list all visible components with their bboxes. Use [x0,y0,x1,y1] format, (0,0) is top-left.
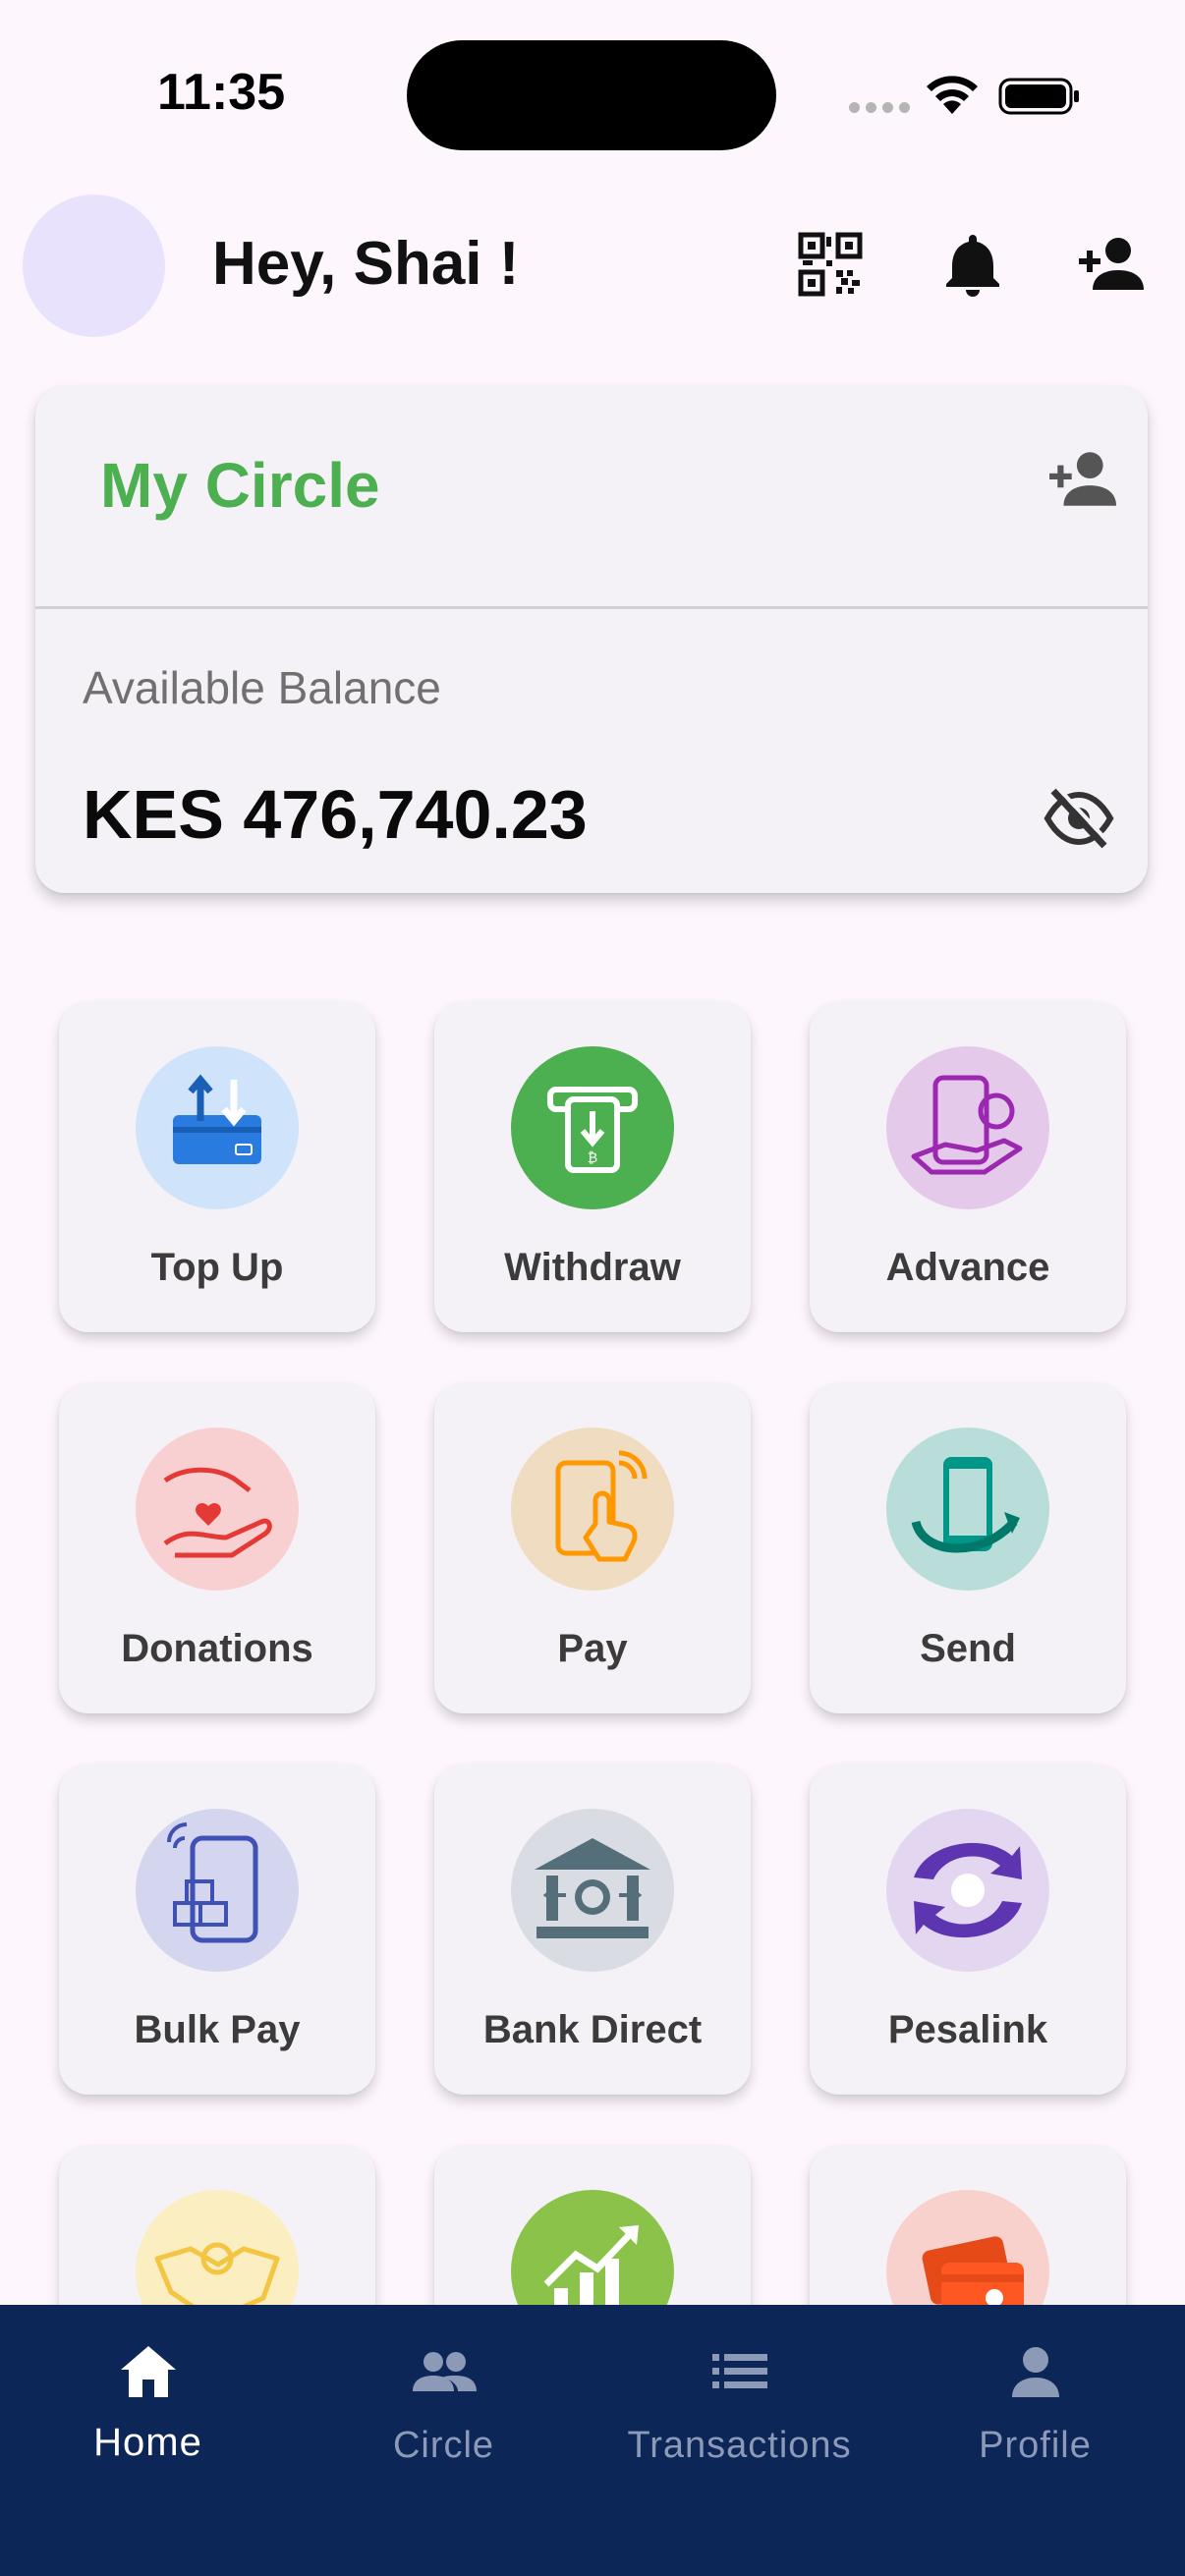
bulk-pay-tile[interactable]: Bulk Pay [59,1764,375,2095]
withdraw-tile[interactable]: ₿ Withdraw [434,1002,751,1332]
nav-circle[interactable]: Circle [296,2305,592,2501]
people-icon [413,2352,477,2391]
investment-tile[interactable] [434,2146,751,2305]
pay-icon [511,1428,674,1591]
advance-tile[interactable]: Advance [810,1002,1126,1332]
send-icon [886,1428,1049,1591]
top-up-icon [136,1046,299,1209]
tile-label: Pay [557,1627,628,1670]
list-icon [712,2354,767,2388]
tile-label: Bulk Pay [134,2008,301,2051]
cards-tile[interactable] [810,2146,1126,2305]
nav-label: Profile [979,2425,1092,2466]
tile-label: Advance [885,1246,1050,1289]
tile-label: Bank Direct [482,2008,703,2051]
handshake-icon [136,2190,299,2305]
nav-transactions[interactable]: Transactions [592,2305,887,2501]
nav-label: Circle [392,2425,495,2466]
tile-label: Top Up [150,1246,284,1289]
quick-actions-grid: Top Up ₿ Withdraw Advance Donations Pay … [0,0,1185,2305]
tile-label: Pesalink [887,2008,1048,2051]
growth-chart-icon [511,2190,674,2305]
bottom-navigation: Home Circle Transactions Profile [0,2305,1185,2576]
top-up-tile[interactable]: Top Up [59,1002,375,1332]
donations-tile[interactable]: Donations [59,1383,375,1713]
home-icon [121,2346,176,2397]
nav-label: Transactions [627,2425,852,2466]
donations-icon [136,1428,299,1591]
partnership-tile[interactable] [59,2146,375,2305]
tile-label: Send [920,1627,1016,1670]
tile-label: Donations [121,1627,313,1670]
pay-tile[interactable]: Pay [434,1383,751,1713]
advance-icon [886,1046,1049,1209]
send-tile[interactable]: Send [810,1383,1126,1713]
nav-home[interactable]: Home [0,2305,296,2501]
withdraw-icon: ₿ [511,1046,674,1209]
svg-text:₿: ₿ [588,1150,597,1166]
bank-direct-tile[interactable]: Bank Direct [434,1764,751,2095]
card-icon [886,2190,1049,2305]
nav-label: Home [93,2421,202,2464]
nav-profile[interactable]: Profile [887,2305,1183,2501]
tile-label: Withdraw [504,1246,681,1289]
bulk-pay-icon [136,1809,299,1972]
pesalink-icon [886,1809,1049,1972]
person-icon [1012,2347,1059,2397]
bank-direct-icon [511,1809,674,1972]
pesalink-tile[interactable]: Pesalink [810,1764,1126,2095]
